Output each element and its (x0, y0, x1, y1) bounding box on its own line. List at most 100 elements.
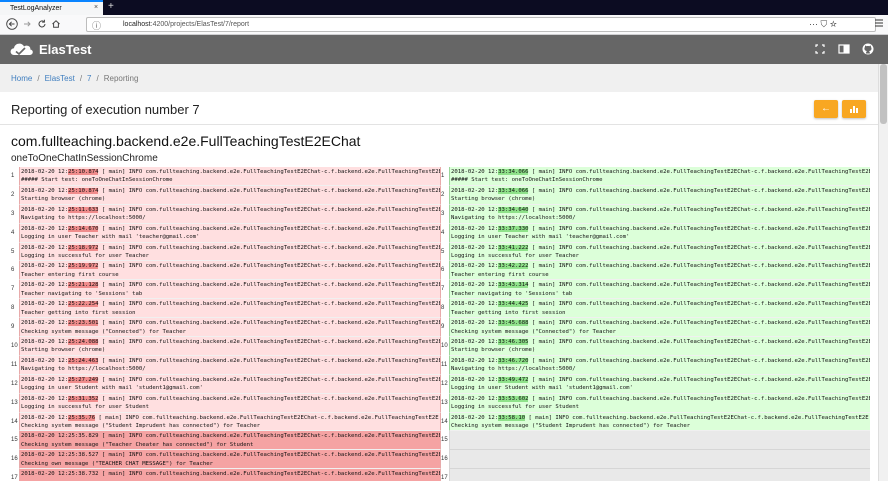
page-scrollbar[interactable] (878, 64, 888, 481)
log-text: [ main] INFO com.fullteaching.backend.e2… (528, 187, 870, 194)
back-button[interactable]: ← (814, 100, 838, 118)
log-line-header: 2018-02-20 12:33:43.314 [ main] INFO com… (451, 281, 870, 289)
github-icon[interactable] (861, 42, 875, 56)
log-line-header: 2018-02-20 12:33:46.305 [ main] INFO com… (451, 338, 870, 346)
new-tab-icon[interactable]: + (108, 1, 114, 12)
log-message: Teacher entering first course (451, 271, 549, 278)
breadcrumb-project[interactable]: ElasTest (45, 74, 75, 83)
reload-icon[interactable] (37, 18, 47, 34)
hamburger-menu-icon[interactable] (874, 18, 884, 31)
forward-arrow-icon[interactable] (22, 18, 32, 34)
log-line: 2018-02-20 12:25:38.527 [ main] INFO com… (19, 450, 441, 470)
diff-right-row: 17 (441, 469, 870, 481)
log-line: 2018-02-20 12:25:35.76 [ main] INFO com.… (19, 412, 441, 432)
log-message: Checking system message ("Connected") fo… (21, 328, 187, 335)
line-number: 16 (11, 456, 18, 463)
brand-name[interactable]: ElasTest (39, 42, 92, 57)
breadcrumb-home[interactable]: Home (11, 74, 32, 83)
timestamp-diff-highlight: 33:34.066 (498, 187, 529, 194)
page-actions-icon[interactable]: ··· ⛉ ☆ (809, 19, 837, 30)
timestamp-diff-highlight: 25:31.352 (68, 395, 99, 402)
log-text: 2018-02-20 12: (451, 282, 499, 289)
log-line: 2018-02-20 12:33:42.222 [ main] INFO com… (449, 261, 870, 281)
breadcrumb-separator: / (96, 74, 99, 83)
log-text: 2018-02-20 12: (451, 357, 499, 364)
log-message: Checking own message ("TEACHER CHAT MESS… (21, 460, 213, 467)
log-message: Starting browser (chrome) (21, 347, 106, 354)
log-message: Teacher navigating to 'Sessions' tab (451, 290, 573, 297)
timestamp-diff-highlight: 25:23.501 (68, 320, 99, 327)
diff-left-column: 1 2018-02-20 12:25:10.874 [ main] INFO co… (11, 167, 441, 481)
log-text: 2018-02-20 12: (21, 282, 69, 289)
browser-tab[interactable]: TestLogAnalyzer × (0, 0, 103, 15)
log-message: Logging in successful for user Student (451, 404, 579, 411)
log-line: 2018-02-20 12:33:34.640 [ main] INFO com… (449, 204, 870, 224)
timestamp-diff-highlight: 25:10.874 (68, 169, 99, 175)
log-line: 2018-02-20 12:25:27.249 [ main] INFO com… (19, 374, 441, 394)
log-text: [ main] INFO com.fullteaching.backend.e2… (528, 339, 870, 346)
diff-right-row: 4 2018-02-20 12:33:37.330 [ main] INFO co… (441, 223, 870, 243)
line-number: 13 (11, 399, 18, 406)
log-text: 2018-02-20 12: (21, 206, 69, 213)
line-number: 11 (441, 361, 448, 368)
log-line: 2018-02-20 12:33:46.720 [ main] INFO com… (449, 355, 870, 375)
log-text: [ main] INFO com.fullteaching.backend.e2… (525, 414, 869, 421)
log-message: Navigating to https://localhost:5000/ (451, 366, 576, 373)
timestamp-diff-highlight: 33:43.314 (498, 282, 529, 289)
tab-close-icon[interactable]: × (94, 4, 98, 11)
log-line-header: 2018-02-20 12:25:35.829 [ main] INFO com… (21, 432, 440, 440)
log-message: Navigating to https://localhost:5000/ (451, 215, 576, 222)
line-number: 5 (441, 248, 445, 255)
line-number: 13 (441, 399, 448, 406)
log-message: Checking system message ("Student Imprud… (21, 422, 261, 429)
timestamp-diff-highlight: 25:11.633 (68, 206, 99, 213)
log-line: 2018-02-20 12:25:11.633 [ main] INFO com… (19, 204, 441, 224)
timestamp-diff-highlight: 25:19.972 (68, 263, 99, 270)
log-text: [ main] INFO com.fullteaching.backend.e2… (528, 206, 870, 213)
log-line-header: 2018-02-20 12:25:19.972 [ main] INFO com… (21, 262, 440, 270)
line-number: 7 (11, 286, 15, 293)
log-text: [ main] INFO com.fullteaching.backend.e2… (528, 357, 870, 364)
log-text: 2018-02-20 12: (21, 169, 69, 175)
url-text[interactable]: localhost:4200/projects/ElasTest/7/repor… (123, 21, 249, 28)
log-text: 2018-02-20 12: (21, 339, 69, 346)
line-number: 15 (441, 437, 448, 444)
line-number: 2 (11, 191, 15, 198)
log-message: Checking system message ("Student Imprud… (451, 422, 691, 429)
log-text: 2018-02-20 12: (21, 357, 69, 364)
line-number: 12 (441, 380, 448, 387)
log-message: Teacher getting into first session (21, 309, 136, 316)
back-arrow-icon[interactable] (6, 18, 18, 34)
log-line-header: 2018-02-20 12:25:21.128 [ main] INFO com… (21, 281, 440, 289)
breadcrumb-execution[interactable]: 7 (87, 74, 91, 83)
line-number: 11 (11, 361, 18, 368)
breadcrumb-current: Reporting (103, 74, 139, 83)
log-line-header: 2018-02-20 12:33:34.066 [ main] INFO com… (451, 187, 870, 195)
log-line-header: 2018-02-20 12:25:10.874 [ main] INFO com… (21, 168, 440, 176)
line-number: 2 (441, 191, 445, 198)
diff-left-row: 17 2018-02-20 12:25:38.732 [ main] INFO c… (11, 469, 441, 481)
log-text: [ main] INFO com.fullteaching.backend.e2… (98, 282, 441, 289)
log-text: 2018-02-20 12: (451, 301, 499, 308)
chart-button[interactable] (842, 100, 866, 118)
diff-left-row: 8 2018-02-20 12:25:22.254 [ main] INFO co… (11, 299, 441, 319)
line-number: 4 (441, 229, 445, 236)
log-line-header: 2018-02-20 12:25:31.352 [ main] INFO com… (21, 395, 440, 403)
fullscreen-icon[interactable] (813, 42, 827, 56)
report-panel: Reporting of execution number 7 ← com.fu… (0, 92, 878, 481)
diff-left-row: 10 2018-02-20 12:25:24.088 [ main] INFO c… (11, 337, 441, 356)
timestamp-diff-highlight: 25:24.088 (68, 339, 99, 346)
log-text: [ main] INFO com.fullteaching.backend.e2… (528, 395, 870, 402)
line-number: 6 (11, 267, 15, 274)
scrollbar-thumb[interactable] (880, 64, 887, 124)
log-line: 2018-02-20 12:33:45.688 [ main] INFO com… (449, 318, 870, 338)
home-icon[interactable] (51, 18, 61, 34)
sidenav-toggle-icon[interactable] (837, 42, 851, 56)
url-bar[interactable]: ⓘ localhost:4200/projects/ElasTest/7/rep… (86, 17, 876, 32)
log-line: 2018-02-20 12:25:38.732 [ main] INFO com… (19, 469, 441, 481)
log-line: 2018-02-20 12:25:14.670 [ main] INFO com… (19, 223, 441, 243)
log-line-header: 2018-02-20 12:33:45.688 [ main] INFO com… (451, 319, 870, 327)
site-info-icon[interactable]: ⓘ (92, 19, 101, 32)
log-text: [ main] INFO com.fullteaching.backend.e2… (98, 301, 441, 308)
app-header: ElasTest (0, 35, 888, 64)
